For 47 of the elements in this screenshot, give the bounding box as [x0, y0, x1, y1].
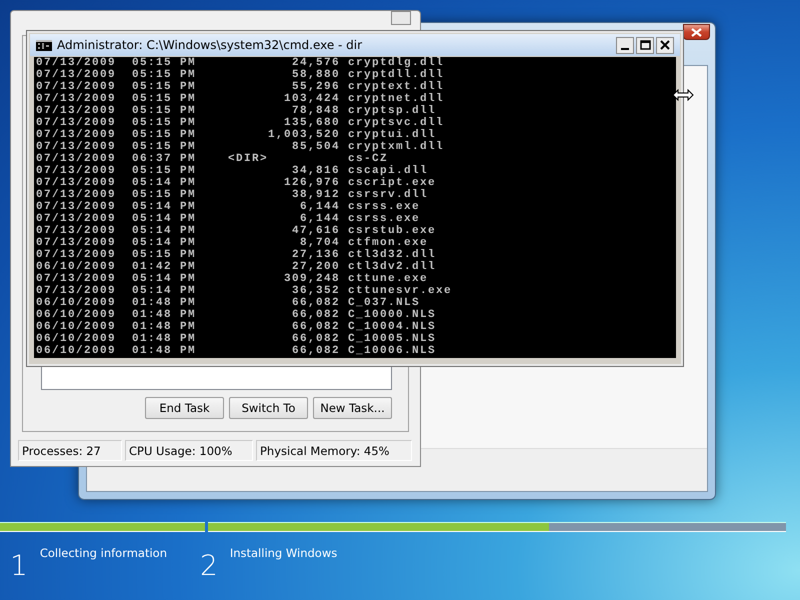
- console-line: 06/10/2009 01:48 PM 66,082 C_037.NLS: [36, 297, 420, 309]
- task-button[interactable]: Switch To: [229, 397, 308, 419]
- console-line: 07/13/2009 05:14 PM 47,616 csrstub.exe: [36, 225, 436, 237]
- minimize-icon: [621, 48, 629, 50]
- console-line: 07/13/2009 05:14 PM 8,704 ctfmon.exe: [36, 237, 428, 249]
- close-button[interactable]: [683, 24, 710, 40]
- console-line: 07/13/2009 05:14 PM 6,144 csrss.exe: [36, 201, 420, 213]
- console-line: 07/13/2009 05:15 PM 78,848 cryptsp.dll: [36, 105, 436, 117]
- console-line: 06/10/2009 01:48 PM 66,082 C_10004.NLS: [36, 321, 436, 333]
- console-line: 07/13/2009 05:14 PM 126,976 cscript.exe: [36, 177, 436, 189]
- console-line: 07/13/2009 05:15 PM 38,912 csrsrv.dll: [36, 189, 428, 201]
- console-line: 06/10/2009 01:48 PM 66,082 C_10006.NLS: [36, 345, 436, 357]
- console-line: 07/13/2009 05:15 PM 85,504 cryptxml.dll: [36, 141, 444, 153]
- console-line: 07/13/2009 05:15 PM 55,296 cryptext.dll: [36, 81, 444, 93]
- window-control-button[interactable]: [391, 11, 411, 25]
- console-line: 07/13/2009 05:15 PM 1,003,520 cryptui.dll: [36, 129, 436, 141]
- console-line: 07/13/2009 05:14 PM 36,352 cttunesvr.exe: [36, 285, 452, 297]
- task-button[interactable]: End Task: [145, 397, 224, 419]
- console-line: 06/10/2009 01:42 PM 27,200 ctl3dv2.dll: [36, 261, 436, 273]
- close-icon: [691, 28, 702, 36]
- console-line: 06/10/2009 01:48 PM 66,082 C_10000.NLS: [36, 309, 436, 321]
- status-text: Physical Memory: 45%: [256, 440, 412, 461]
- step-number: 1: [10, 552, 28, 584]
- close-icon: [660, 40, 670, 50]
- window-title: Administrator: C:\Windows\system32\cmd.exe - dir: [57, 38, 364, 52]
- maximize-button[interactable]: [636, 36, 654, 54]
- console-icon: [36, 40, 52, 50]
- close-button[interactable]: [656, 36, 674, 54]
- console-line: 07/13/2009 06:37 PM <DIR> cs-CZ: [36, 153, 388, 165]
- console-line: 07/13/2009 05:15 PM 135,680 cryptsvc.dll: [36, 117, 444, 129]
- step-label: Collecting information: [40, 546, 168, 562]
- maximize-icon: [640, 40, 650, 50]
- task-list[interactable]: [41, 367, 392, 390]
- console-line: 07/13/2009 05:15 PM 34,816 cscapi.dll: [36, 165, 428, 177]
- status-text: CPU Usage: 100%: [125, 440, 253, 461]
- console-line: 07/13/2009 05:15 PM 24,576 cryptdlg.dll: [36, 57, 444, 69]
- status-text: Processes: 27: [18, 440, 122, 461]
- console-line: 07/13/2009 05:15 PM 103,424 cryptnet.dll: [36, 93, 444, 105]
- console-line: 07/13/2009 05:14 PM 309,248 cttune.exe: [36, 273, 428, 285]
- console-line: 07/13/2009 05:15 PM 27,136 ctl3d32.dll: [36, 249, 436, 261]
- console-line: 07/13/2009 05:14 PM 6,144 csrss.exe: [36, 213, 420, 225]
- minimize-button[interactable]: [616, 36, 634, 54]
- task-button[interactable]: New Task...: [313, 397, 392, 419]
- console-line: 06/10/2009 01:48 PM 66,082 C_10005.NLS: [36, 333, 436, 345]
- step-number: 2: [200, 552, 218, 584]
- step-label: Installing Windows: [230, 546, 338, 562]
- console-line: 07/13/2009 05:15 PM 58,880 cryptdll.dll: [36, 69, 444, 81]
